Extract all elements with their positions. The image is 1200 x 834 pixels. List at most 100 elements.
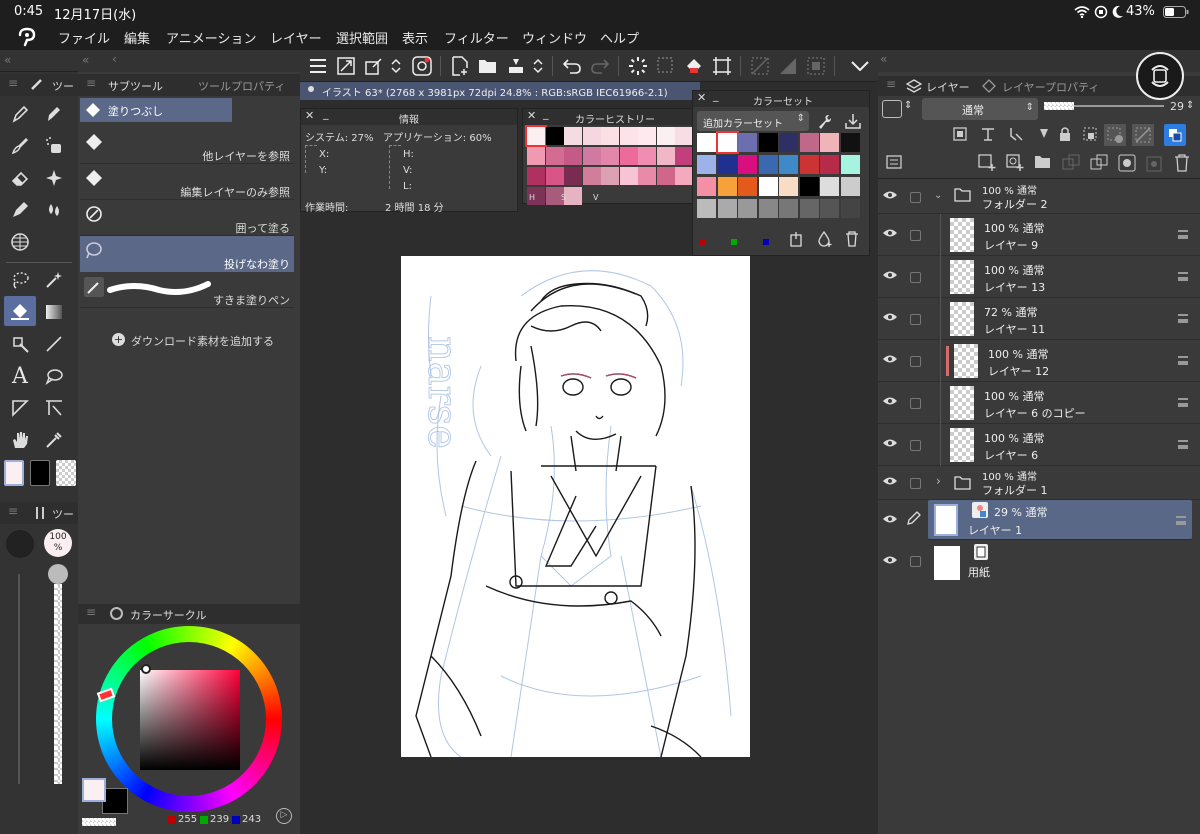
subtool-item-lasso-fill[interactable]: 投げなわ塗り — [80, 236, 294, 272]
collapse-right-icon[interactable]: « — [880, 52, 887, 66]
colorset-swatch[interactable] — [820, 199, 839, 218]
mask-icon[interactable] — [1036, 126, 1052, 142]
layer-row-layer-11[interactable]: 72 % 通常 レイヤー 11 — [878, 298, 1200, 340]
close-icon[interactable]: ✕ — [305, 109, 314, 122]
tool-tab-label[interactable]: ツー — [52, 78, 74, 94]
blend-tool-icon[interactable] — [42, 198, 66, 222]
lasso-tool-icon[interactable] — [8, 268, 32, 292]
toolprop-tab[interactable]: ツールプロパティ — [198, 78, 285, 94]
fit-screen-icon[interactable] — [334, 54, 358, 78]
balloon-tool-icon[interactable] — [42, 364, 66, 388]
pencil-tool-icon[interactable] — [42, 102, 66, 126]
layer-color-icon[interactable] — [1164, 124, 1186, 146]
colorset-dropdown[interactable]: 追加カラーセット ⇕ — [697, 111, 809, 131]
undo-icon[interactable] — [560, 54, 584, 78]
ruler-tool-icon[interactable] — [42, 396, 66, 420]
close-icon[interactable]: ✕ — [697, 91, 706, 104]
layer-tab[interactable]: レイヤー — [926, 79, 970, 95]
grid-tool-icon[interactable] — [8, 230, 32, 254]
transfer-layer-icon[interactable] — [1062, 154, 1080, 172]
colorset-swatch[interactable] — [738, 133, 757, 152]
menu-selection[interactable]: 選択範囲 — [336, 28, 388, 47]
add-color-icon[interactable] — [817, 231, 833, 247]
history-swatch[interactable] — [638, 127, 656, 145]
menu-file[interactable]: ファイル — [58, 28, 110, 47]
add-download-material-button[interactable]: + ダウンロード素材を追加する — [112, 332, 292, 350]
colorset-swatch[interactable] — [758, 133, 778, 152]
layer-mask-icon[interactable] — [1118, 154, 1136, 172]
main-color-chip[interactable] — [82, 778, 106, 802]
layer-row-layer-6[interactable]: 100 % 通常 レイヤー 6 — [878, 424, 1200, 466]
airbrush-tool-icon[interactable] — [42, 134, 66, 158]
history-swatch[interactable] — [638, 147, 656, 165]
eye-icon[interactable] — [882, 437, 898, 453]
wrench-icon[interactable] — [817, 113, 833, 129]
history-swatch[interactable] — [525, 125, 547, 147]
chevron-down-icon[interactable] — [848, 54, 872, 78]
history-swatch[interactable] — [564, 167, 582, 185]
eye-icon[interactable] — [882, 554, 898, 570]
hand-tool-icon[interactable] — [8, 428, 32, 452]
new-vector-layer-icon[interactable] — [1006, 154, 1024, 172]
brush-tool-icon[interactable] — [8, 134, 32, 158]
history-swatch[interactable] — [675, 127, 693, 145]
colorset-swatch[interactable] — [820, 133, 839, 152]
colorset-swatch[interactable] — [717, 199, 737, 218]
history-swatch[interactable] — [656, 167, 675, 185]
colorset-swatch[interactable] — [779, 155, 798, 174]
colorset-swatch[interactable] — [697, 133, 716, 152]
deselect-layer-icon[interactable] — [1132, 124, 1154, 146]
selection-disabled-icon[interactable] — [654, 54, 678, 78]
menu-icon[interactable] — [306, 54, 330, 78]
layer-menu-icon[interactable] — [1178, 356, 1188, 365]
colorset-swatch[interactable] — [697, 155, 716, 174]
transform-icon[interactable] — [362, 54, 386, 78]
colorset-swatch[interactable] — [717, 177, 737, 196]
eye-icon[interactable] — [882, 227, 898, 243]
quick-access-button[interactable] — [1136, 52, 1184, 100]
invert-selection-icon[interactable] — [776, 54, 800, 78]
artwork-canvas[interactable]: narse — [401, 256, 750, 757]
menu-edit[interactable]: 編集 — [124, 28, 150, 47]
history-swatch[interactable] — [601, 147, 619, 165]
menu-animation[interactable]: アニメーション — [166, 28, 256, 47]
eye-icon[interactable] — [882, 353, 898, 369]
folder-expanded-chevron-icon[interactable]: ⌄ — [934, 190, 942, 201]
layer-checkbox[interactable] — [910, 356, 921, 367]
minimize-icon[interactable]: _ — [713, 89, 719, 102]
layer-menu-icon[interactable] — [1178, 230, 1188, 239]
colorset-swatch[interactable] — [717, 155, 737, 174]
new-folder-icon[interactable] — [1034, 154, 1052, 170]
layer-checkbox[interactable] — [910, 314, 921, 325]
history-swatch[interactable] — [675, 167, 693, 185]
colorset-swatch[interactable] — [840, 133, 860, 152]
colorset-swatch[interactable] — [779, 199, 798, 218]
subtool-item-edit-layer[interactable]: 編集レイヤーのみ参照 — [80, 166, 294, 200]
fill-tool-icon[interactable] — [4, 296, 36, 326]
history-swatch[interactable] — [601, 167, 619, 185]
transparent-swatch[interactable] — [56, 460, 76, 486]
history-h[interactable]: H — [529, 193, 535, 202]
lock-icon[interactable] — [1058, 126, 1072, 142]
layer-checkbox[interactable] — [910, 556, 921, 567]
back-icon[interactable]: ‹ — [112, 52, 117, 66]
colorset-swatch[interactable] — [799, 177, 819, 196]
layer-row-layer-9[interactable]: 100 % 通常 レイヤー 9 — [878, 214, 1200, 256]
colorset-swatch[interactable] — [840, 155, 860, 174]
download-icon[interactable] — [845, 113, 861, 129]
history-swatch[interactable] — [619, 127, 638, 145]
ref-layer-icon[interactable] — [952, 126, 968, 142]
expand-selection-icon[interactable] — [804, 54, 828, 78]
clip-layer-icon[interactable] — [1008, 126, 1024, 142]
trash-icon[interactable] — [845, 231, 859, 247]
colorset-swatch[interactable] — [820, 177, 839, 196]
history-swatch[interactable] — [582, 127, 601, 145]
history-swatch[interactable] — [582, 147, 601, 165]
layer-menu-icon[interactable] — [1178, 272, 1188, 281]
history-swatch[interactable] — [527, 167, 545, 185]
history-swatch[interactable] — [545, 127, 564, 145]
colorset-swatches[interactable] — [697, 131, 865, 229]
merge-down-icon[interactable] — [1090, 154, 1108, 172]
layer-checkbox[interactable] — [910, 192, 921, 203]
brush-size-slider[interactable] — [18, 574, 20, 784]
